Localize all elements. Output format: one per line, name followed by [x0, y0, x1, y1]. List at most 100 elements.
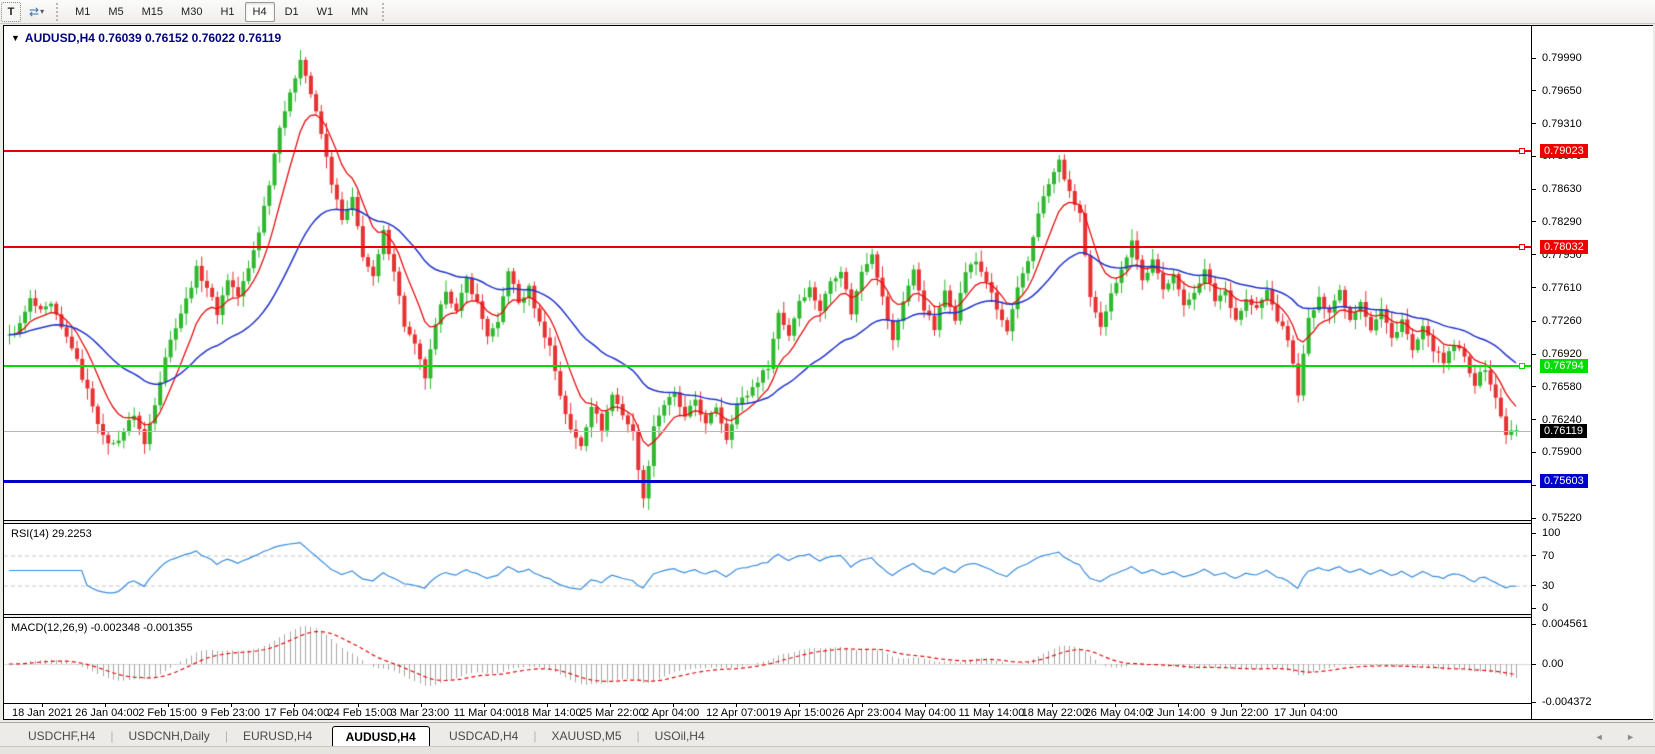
text-cursor-tool-button[interactable]: T: [1, 2, 21, 22]
time-tick-icon: [1052, 704, 1053, 707]
time-axis-label: 19 Apr 15:00: [769, 707, 831, 719]
timeframe-button-d1[interactable]: D1: [277, 2, 307, 22]
timeframe-button-h1[interactable]: H1: [212, 2, 242, 22]
rsi-chart-canvas[interactable]: [4, 524, 1531, 614]
timeframe-button-m30[interactable]: M30: [173, 2, 210, 22]
time-axis-label: 11 Mar 04:00: [454, 707, 518, 719]
price-tick-label: 0.78630: [1532, 183, 1582, 195]
tick-dash-icon: [1532, 608, 1536, 609]
tick-dash-icon: [1532, 321, 1536, 322]
time-tick-icon: [484, 704, 485, 707]
rsi-tick-label: 70: [1532, 550, 1554, 562]
level-marker-icon: [1519, 244, 1525, 250]
timeframe-button-m5[interactable]: M5: [100, 2, 131, 22]
timeframe-button-h4[interactable]: H4: [245, 2, 275, 22]
tick-dash-icon: [1532, 585, 1536, 586]
price-tick-label: 0.76580: [1532, 381, 1582, 393]
price-level-line[interactable]: [4, 246, 1531, 248]
arrows-icon: ⇄: [29, 5, 38, 19]
tab-scroll-arrows[interactable]: ◄ ►: [1595, 732, 1645, 746]
chart-tab-usoil[interactable]: USOil,H4: [641, 725, 719, 746]
price-marker-label: 0.78032: [1540, 240, 1588, 254]
macd-tick-label: 0.00: [1532, 658, 1563, 670]
price-tick-label: 0.78290: [1532, 216, 1582, 228]
chevron-down-icon: ▾: [40, 7, 44, 16]
tick-dash-icon: [1532, 664, 1536, 665]
tick-dash-icon: [1532, 354, 1536, 355]
tick-dash-icon: [1532, 419, 1536, 420]
time-axis-label: 26 Apr 23:00: [832, 707, 894, 719]
time-axis-label: 25 Mar 22:00: [580, 707, 645, 719]
level-marker-icon: [1519, 148, 1525, 154]
time-tick-icon: [42, 704, 43, 707]
price-level-line[interactable]: [4, 431, 1531, 432]
macd-tick-label: 0.004561: [1532, 618, 1588, 630]
timeframe-button-m1[interactable]: M1: [67, 2, 98, 22]
time-axis-label: 18 Jan 2021: [12, 707, 73, 719]
time-tick-icon: [862, 704, 863, 707]
timeframe-button-w1[interactable]: W1: [309, 2, 342, 22]
tick-dash-icon: [1532, 555, 1536, 556]
time-tick-icon: [1241, 704, 1242, 707]
status-strip: [0, 746, 1655, 754]
chart-tab-xauusd[interactable]: XAUUSD,M5: [537, 725, 635, 746]
chart-window: ▼ AUDUSD,H4 0.76039 0.76152 0.76022 0.76…: [3, 25, 1653, 720]
chart-title: ▼ AUDUSD,H4 0.76039 0.76152 0.76022 0.76…: [11, 31, 281, 45]
chart-tab-usdchf[interactable]: USDCHF,H4: [14, 725, 109, 746]
price-tick-label: 0.75220: [1532, 512, 1582, 524]
chart-tab-usdcad[interactable]: USDCAD,H4: [435, 725, 532, 746]
timeframe-button-m15[interactable]: M15: [134, 2, 171, 22]
macd-tick-label: -0.004372: [1532, 696, 1592, 708]
chart-tab-eurusd[interactable]: EURUSD,H4: [229, 725, 326, 746]
price-level-line[interactable]: [4, 480, 1531, 483]
time-axis-label: 11 May 14:00: [959, 707, 1025, 719]
time-axis-label: 4 May 04:00: [895, 707, 956, 719]
tick-dash-icon: [1532, 624, 1536, 625]
tick-dash-icon: [1532, 702, 1536, 703]
rsi-tick-label: 30: [1532, 580, 1554, 592]
tick-dash-icon: [1532, 485, 1536, 486]
arrange-charts-button[interactable]: ⇄ ▾: [23, 2, 50, 22]
time-axis-label: 24 Feb 15:00: [328, 707, 393, 719]
tick-dash-icon: [1532, 123, 1536, 124]
macd-label: MACD(12,26,9) -0.002348 -0.001355: [11, 622, 193, 634]
tick-dash-icon: [1532, 287, 1536, 288]
price-marker-label: 0.76119: [1540, 424, 1587, 438]
rsi-tick-label: 0: [1532, 602, 1548, 614]
top-toolbar: T ⇄ ▾ M1M5M15M30H1H4D1W1MN: [0, 0, 1655, 24]
time-tick-icon: [673, 704, 674, 707]
price-axis[interactable]: 0.799900.796500.793100.789700.786300.782…: [1531, 26, 1653, 719]
timeframe-button-mn[interactable]: MN: [343, 2, 376, 22]
chart-tab-audusd[interactable]: AUDUSD,H4: [332, 726, 430, 747]
plot-column: ▼ AUDUSD,H4 0.76039 0.76152 0.76022 0.76…: [4, 26, 1531, 719]
toolbar-separator: [382, 3, 387, 21]
time-axis-label: 2 Jun 14:00: [1148, 707, 1206, 719]
time-axis-label: 18 May 22:00: [1022, 707, 1089, 719]
tick-dash-icon: [1532, 254, 1536, 255]
toolbar-separator: [56, 3, 61, 21]
price-level-line[interactable]: [4, 365, 1531, 367]
price-tick-label: 0.79310: [1532, 118, 1582, 130]
time-tick-icon: [989, 704, 990, 707]
time-axis-label: 26 Jan 04:00: [75, 707, 139, 719]
rsi-panel[interactable]: RSI(14) 29.2253: [4, 524, 1531, 614]
chart-tab-usdcnh[interactable]: USDCNH,Daily: [114, 725, 223, 746]
macd-chart-canvas[interactable]: [4, 618, 1531, 704]
time-tick-icon: [1304, 704, 1305, 707]
time-axis[interactable]: 18 Jan 202126 Jan 04:002 Feb 15:009 Feb …: [4, 705, 1531, 719]
time-axis-label: 18 Mar 14:00: [517, 707, 582, 719]
tick-dash-icon: [1532, 90, 1536, 91]
tick-dash-icon: [1532, 58, 1536, 59]
price-tick-label: 0.79990: [1532, 52, 1582, 64]
macd-panel[interactable]: MACD(12,26,9) -0.002348 -0.001355: [4, 618, 1531, 704]
price-level-line[interactable]: [4, 150, 1531, 152]
price-tick-label: 0.79650: [1532, 85, 1582, 97]
time-axis-label: 12 Apr 07:00: [706, 707, 768, 719]
candlestick-chart-canvas[interactable]: [4, 26, 1531, 520]
collapse-arrow-icon[interactable]: ▼: [11, 33, 20, 43]
time-tick-icon: [231, 704, 232, 707]
time-axis-label: 2 Apr 04:00: [643, 707, 699, 719]
price-chart-panel[interactable]: ▼ AUDUSD,H4 0.76039 0.76152 0.76022 0.76…: [4, 26, 1531, 520]
time-tick-icon: [610, 704, 611, 707]
time-axis-label: 17 Jun 04:00: [1274, 707, 1338, 719]
